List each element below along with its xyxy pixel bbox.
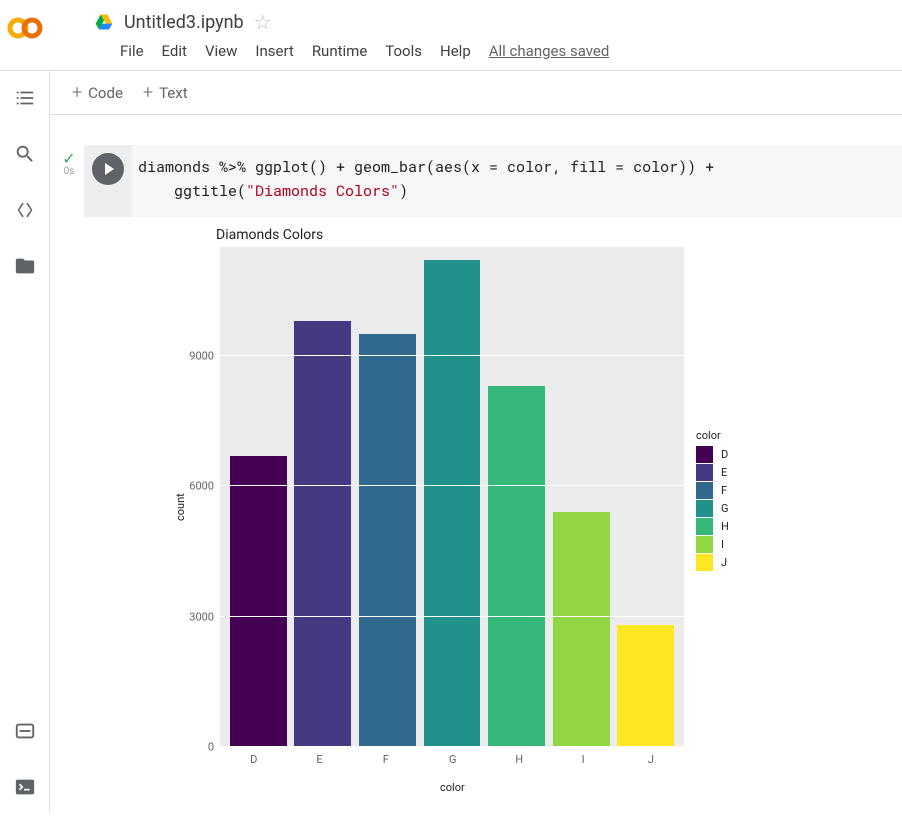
add-text-button[interactable]: +Text [143,82,188,103]
x-tick: J [648,753,654,766]
variables-icon[interactable] [13,719,37,743]
legend-label: I [721,538,724,551]
legend-swatch [696,446,713,463]
code-string: "Diamonds Colors" [246,181,399,201]
cell-toolbar: +Code +Text [50,71,902,115]
legend-row: G [696,499,729,517]
legend: color DEFGHIJ [696,429,729,571]
menu-insert[interactable]: Insert [255,42,293,60]
terminal-icon[interactable] [13,775,37,799]
chart-xlabel: color [440,781,465,794]
cell-output: Diamonds Colors count color 030006000900… [84,217,902,787]
code-editor[interactable]: diamonds %>% ggplot() + geom_bar(aes(x =… [132,145,902,217]
bar-G [424,260,481,747]
legend-row: D [696,445,729,463]
search-icon[interactable] [13,142,37,166]
menu-view[interactable]: View [205,42,237,60]
legend-label: E [721,466,727,479]
chart: Diamonds Colors count color 030006000900… [124,227,844,787]
code-suffix: ) [399,181,408,201]
bar-E [294,321,351,747]
bar-D [230,456,287,747]
notebook-area: ✓ 0s diamonds %>% ggplot() + geom_bar(ae… [50,115,902,813]
y-tick: 9000 [189,349,214,362]
code-prefix: diamonds %>% ggplot() + geom_bar(aes(x =… [138,157,723,201]
legend-row: F [696,481,729,499]
notebook-title[interactable]: Untitled3.ipynb [124,12,244,33]
bar-F [359,334,416,747]
bar-H [488,386,545,747]
legend-swatch [696,500,713,517]
legend-swatch [696,482,713,499]
play-icon [105,163,114,175]
legend-label: G [721,502,729,515]
bar-J [617,625,674,747]
toc-icon[interactable] [13,86,37,110]
run-cell-button[interactable] [92,153,124,185]
menu-file[interactable]: File [120,42,144,60]
logo-col [0,0,50,70]
legend-label: J [721,556,727,569]
save-status[interactable]: All changes saved [489,42,610,60]
legend-title: color [696,429,729,442]
y-tick: 0 [208,741,214,754]
exec-time: 0s [64,166,75,177]
title-row: Untitled3.ipynb ☆ [50,8,902,38]
snippets-icon[interactable] [13,198,37,222]
left-rail [0,71,50,813]
bar-I [553,512,610,747]
legend-swatch [696,518,713,535]
add-text-label: Text [159,84,188,102]
x-tick: H [515,753,523,766]
legend-swatch [696,554,713,571]
y-tick: 6000 [189,480,214,493]
add-code-button[interactable]: +Code [72,82,123,103]
menu-edit[interactable]: Edit [162,42,187,60]
legend-row: E [696,463,729,481]
x-tick: F [383,753,389,766]
legend-row: J [696,553,729,571]
legend-label: D [721,448,728,461]
x-tick: E [316,753,322,766]
files-icon[interactable] [13,254,37,278]
star-icon[interactable]: ☆ [254,10,272,34]
menu-runtime[interactable]: Runtime [312,42,367,60]
legend-swatch [696,536,713,553]
menu-help[interactable]: Help [440,42,471,60]
plot-area: 0300060009000DEFGHIJ [220,247,684,747]
colab-logo-icon [7,10,43,46]
x-tick: D [250,753,257,766]
y-tick: 3000 [189,610,214,623]
menu-tools[interactable]: Tools [385,42,422,60]
legend-label: F [721,484,727,497]
code-cell: ✓ 0s diamonds %>% ggplot() + geom_bar(ae… [54,145,902,787]
chart-title: Diamonds Colors [216,227,323,243]
code-row: diamonds %>% ggplot() + geom_bar(aes(x =… [84,145,902,217]
x-tick: I [582,753,585,766]
x-tick: G [449,753,457,766]
menu-bar: File Edit View Insert Runtime Tools Help… [50,38,902,70]
cell-gutter: ✓ 0s [54,145,84,787]
drive-icon [94,12,114,32]
header-right: Untitled3.ipynb ☆ File Edit View Insert … [50,0,902,70]
legend-row: H [696,517,729,535]
legend-swatch [696,464,713,481]
chart-ylabel: count [174,493,187,521]
header: Untitled3.ipynb ☆ File Edit View Insert … [0,0,902,71]
add-code-label: Code [88,84,123,102]
legend-row: I [696,535,729,553]
legend-label: H [721,520,729,533]
